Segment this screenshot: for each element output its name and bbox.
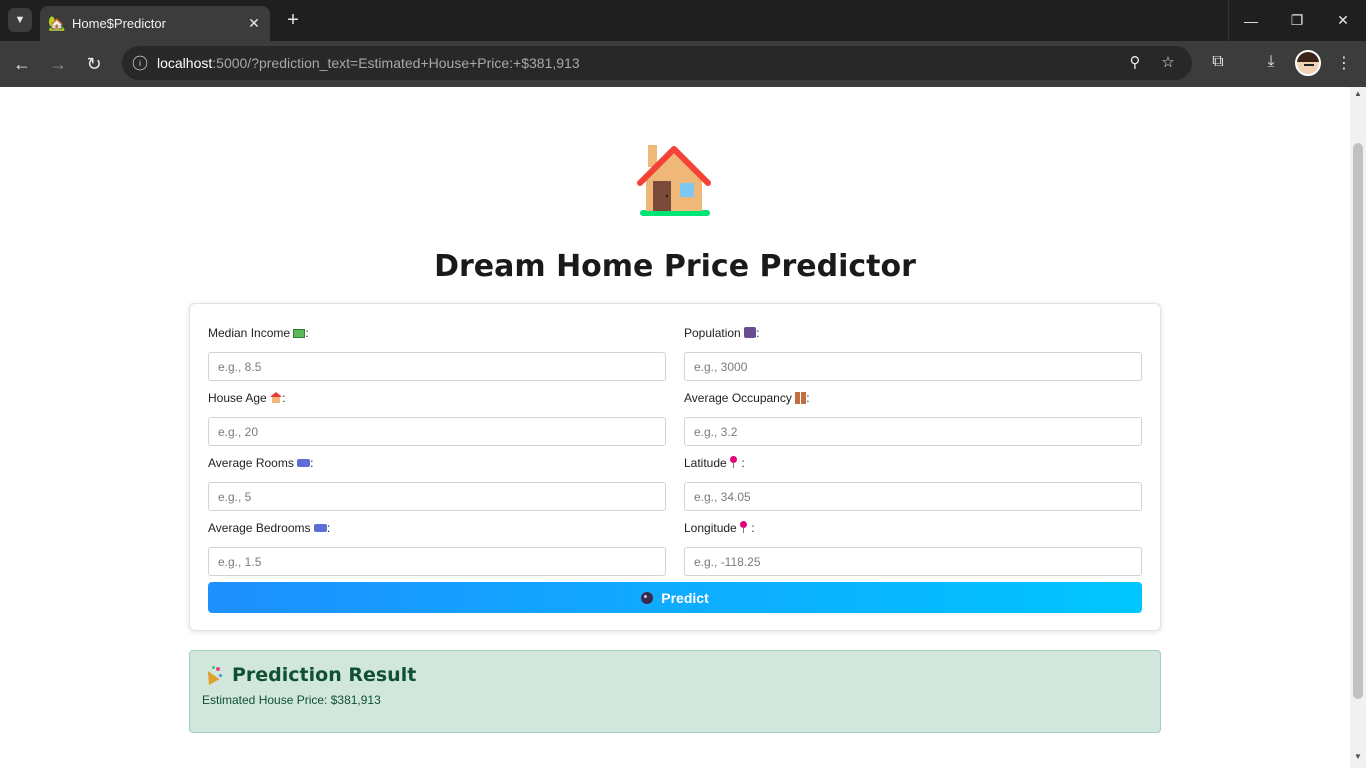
bed-icon: [297, 459, 311, 467]
pin-icon: [740, 521, 748, 534]
scroll-thumb[interactable]: [1353, 143, 1363, 699]
population-field: Population :: [684, 325, 1142, 381]
party-popper-icon: [202, 666, 224, 686]
url-path: :5000/?prediction_text=Estimated+House+P…: [212, 55, 580, 71]
average-occupancy-label: Average Occupancy :: [684, 391, 810, 405]
average-occupancy-input[interactable]: [684, 417, 1142, 446]
scroll-down-arrow-icon[interactable]: ▼: [1350, 752, 1366, 764]
close-icon[interactable]: ✕: [246, 15, 262, 32]
average-bedrooms-label: Average Bedrooms :: [208, 521, 331, 535]
house-age-input[interactable]: [208, 417, 666, 446]
average-rooms-input[interactable]: [208, 482, 666, 511]
site-info-icon[interactable]: i: [132, 55, 148, 71]
population-input[interactable]: [684, 352, 1142, 381]
tab-strip: ▼ 🏡 Home$Predictor ✕ + — ❐ ✕: [0, 0, 1366, 41]
favicon-house-icon: 🏡: [48, 15, 66, 31]
house-age-field: House Age :: [208, 390, 666, 446]
longitude-field: Longitude :: [684, 520, 1142, 576]
predict-button[interactable]: Predict: [208, 582, 1142, 613]
predict-button-label: Predict: [661, 589, 709, 606]
house-icon: [637, 145, 711, 216]
page-title: Dream Home Price Predictor: [434, 249, 916, 284]
median-income-label: Median Income :: [208, 326, 309, 340]
back-arrow-icon[interactable]: ←: [10, 52, 34, 76]
people-icon: [744, 327, 757, 338]
restore-icon[interactable]: ❐: [1274, 0, 1320, 41]
minimize-icon[interactable]: —: [1228, 0, 1274, 41]
longitude-input[interactable]: [684, 547, 1142, 576]
browser-tab[interactable]: 🏡 Home$Predictor ✕: [40, 6, 270, 41]
reload-icon[interactable]: ↻: [82, 52, 106, 76]
extensions-icon[interactable]: ⧉: [1207, 53, 1229, 71]
population-label: Population :: [684, 326, 760, 340]
prediction-result-card: Prediction Result Estimated House Price:…: [189, 650, 1161, 733]
crystal-ball-icon: [641, 591, 654, 604]
download-icon[interactable]: ⤓: [1260, 53, 1282, 71]
average-bedrooms-input[interactable]: [208, 547, 666, 576]
menu-dots-icon[interactable]: ⋮: [1333, 53, 1355, 73]
median-income-field: Median Income :: [208, 325, 666, 381]
money-icon: [293, 329, 306, 338]
result-text: Estimated House Price: $381,913: [202, 693, 381, 707]
url-host: localhost: [157, 55, 213, 71]
avatar-face: [1304, 64, 1314, 67]
latitude-label: Latitude :: [684, 456, 745, 470]
star-icon[interactable]: ☆: [1158, 53, 1178, 71]
plus-icon[interactable]: +: [282, 9, 304, 32]
house-icon: [270, 392, 283, 403]
browser-toolbar: ← → ↻ i localhost:5000/?prediction_text=…: [0, 41, 1366, 87]
pin-icon: [730, 456, 738, 469]
average-rooms-field: Average Rooms :: [208, 455, 666, 511]
result-heading-text: Prediction Result: [232, 664, 417, 686]
url-text[interactable]: localhost:5000/?prediction_text=Estimate…: [157, 55, 580, 71]
latitude-field: Latitude :: [684, 455, 1142, 511]
address-bar[interactable]: i localhost:5000/?prediction_text=Estima…: [122, 46, 1192, 80]
tab-search-icon[interactable]: ▼: [8, 8, 32, 32]
result-heading: Prediction Result: [202, 664, 417, 686]
average-bedrooms-field: Average Bedrooms :: [208, 520, 666, 576]
latitude-input[interactable]: [684, 482, 1142, 511]
page-scrollbar[interactable]: ▲ ▼: [1350, 87, 1366, 768]
close-window-icon[interactable]: ✕: [1320, 0, 1366, 41]
scroll-up-arrow-icon[interactable]: ▲: [1350, 89, 1366, 101]
page-viewport: Dream Home Price Predictor Median Income…: [0, 87, 1350, 768]
avatar-hair: [1297, 52, 1319, 62]
median-income-input[interactable]: [208, 352, 666, 381]
prediction-form: Median Income : Population : House Age :…: [189, 303, 1161, 631]
average-rooms-label: Average Rooms :: [208, 456, 314, 470]
couple-icon: [795, 392, 807, 404]
longitude-label: Longitude :: [684, 521, 755, 535]
average-occupancy-field: Average Occupancy :: [684, 390, 1142, 446]
bed-icon: [313, 524, 327, 532]
avatar[interactable]: [1295, 50, 1321, 76]
tab-title: Home$Predictor: [72, 16, 166, 31]
zoom-icon[interactable]: ⚲: [1125, 53, 1145, 71]
forward-arrow-icon[interactable]: →: [46, 52, 70, 76]
house-age-label: House Age :: [208, 391, 286, 405]
